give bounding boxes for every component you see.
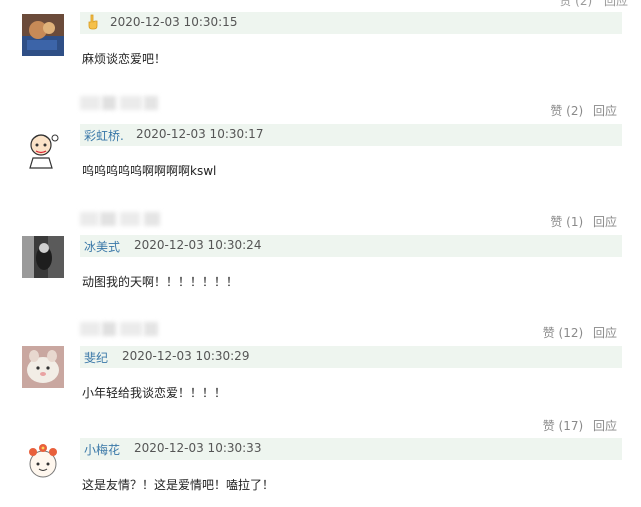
reply-link[interactable]: 回应 bbox=[604, 0, 628, 8]
comment-meta: 彩虹桥. 2020-12-03 10:30:17 bbox=[80, 124, 622, 146]
blurred-reply-preview bbox=[80, 96, 160, 110]
like-link[interactable]: 赞 (12) bbox=[543, 326, 583, 340]
like-link[interactable]: 赞 (2) bbox=[550, 104, 583, 118]
blurred-reply-preview bbox=[80, 322, 160, 336]
hand-icon bbox=[88, 14, 98, 30]
comment-username[interactable]: 小梅花 bbox=[84, 441, 120, 458]
like-link[interactable]: 赞 (2) bbox=[559, 0, 592, 8]
comment-time: 2020-12-03 10:30:24 bbox=[134, 238, 262, 252]
reply-link[interactable]: 回应 bbox=[593, 419, 617, 433]
comment-time: 2020-12-03 10:30:29 bbox=[122, 349, 250, 363]
comment-time: 2020-12-03 10:30:33 bbox=[134, 441, 262, 455]
comment-meta: 2020-12-03 10:30:15 bbox=[80, 12, 622, 34]
comment-actions: 赞 (2) 回应 bbox=[550, 102, 617, 119]
comment-text: 动图我的天啊！！！！！！！ bbox=[82, 275, 239, 289]
comment-time: 2020-12-03 10:30:17 bbox=[136, 127, 264, 141]
like-link[interactable]: 赞 (17) bbox=[543, 419, 583, 433]
comment-actions: 赞 (1) 回应 bbox=[550, 213, 617, 230]
comment-actions: 赞 (12) 回应 bbox=[543, 324, 617, 341]
avatar[interactable] bbox=[22, 346, 64, 388]
comment-username[interactable]: 彩虹桥. bbox=[84, 127, 124, 144]
comment-time: 2020-12-03 10:30:15 bbox=[110, 15, 238, 29]
avatar[interactable] bbox=[22, 14, 64, 56]
comment-meta: 小梅花 2020-12-03 10:30:33 bbox=[80, 438, 622, 460]
comment-text: 麻烦谈恋爱吧！ bbox=[82, 52, 167, 66]
comment-text: 这是友情？！这是爱情吧！嗑拉了！ bbox=[82, 478, 275, 492]
reply-link[interactable]: 回应 bbox=[593, 326, 617, 340]
comment-meta: 冰美式 2020-12-03 10:30:24 bbox=[80, 235, 622, 257]
comment-username[interactable]: 冰美式 bbox=[84, 238, 120, 255]
comment-meta: 斐纪 2020-12-03 10:30:29 bbox=[80, 346, 622, 368]
comment-actions: 赞 (17) 回应 bbox=[543, 417, 617, 434]
top-clipped-actions: 赞 (2) 回应 bbox=[551, 0, 628, 9]
comment-text: 小年轻给我谈恋爱！！！！ bbox=[82, 386, 227, 400]
avatar[interactable] bbox=[22, 440, 64, 482]
like-link[interactable]: 赞 (1) bbox=[550, 215, 583, 229]
reply-link[interactable]: 回应 bbox=[593, 104, 617, 118]
comment-text: 呜呜呜呜呜啊啊啊啊kswl bbox=[82, 164, 217, 178]
blurred-reply-preview bbox=[80, 212, 160, 226]
avatar[interactable] bbox=[22, 128, 64, 170]
comment-username[interactable]: 斐纪 bbox=[84, 349, 108, 366]
avatar[interactable] bbox=[22, 236, 64, 278]
reply-link[interactable]: 回应 bbox=[593, 215, 617, 229]
